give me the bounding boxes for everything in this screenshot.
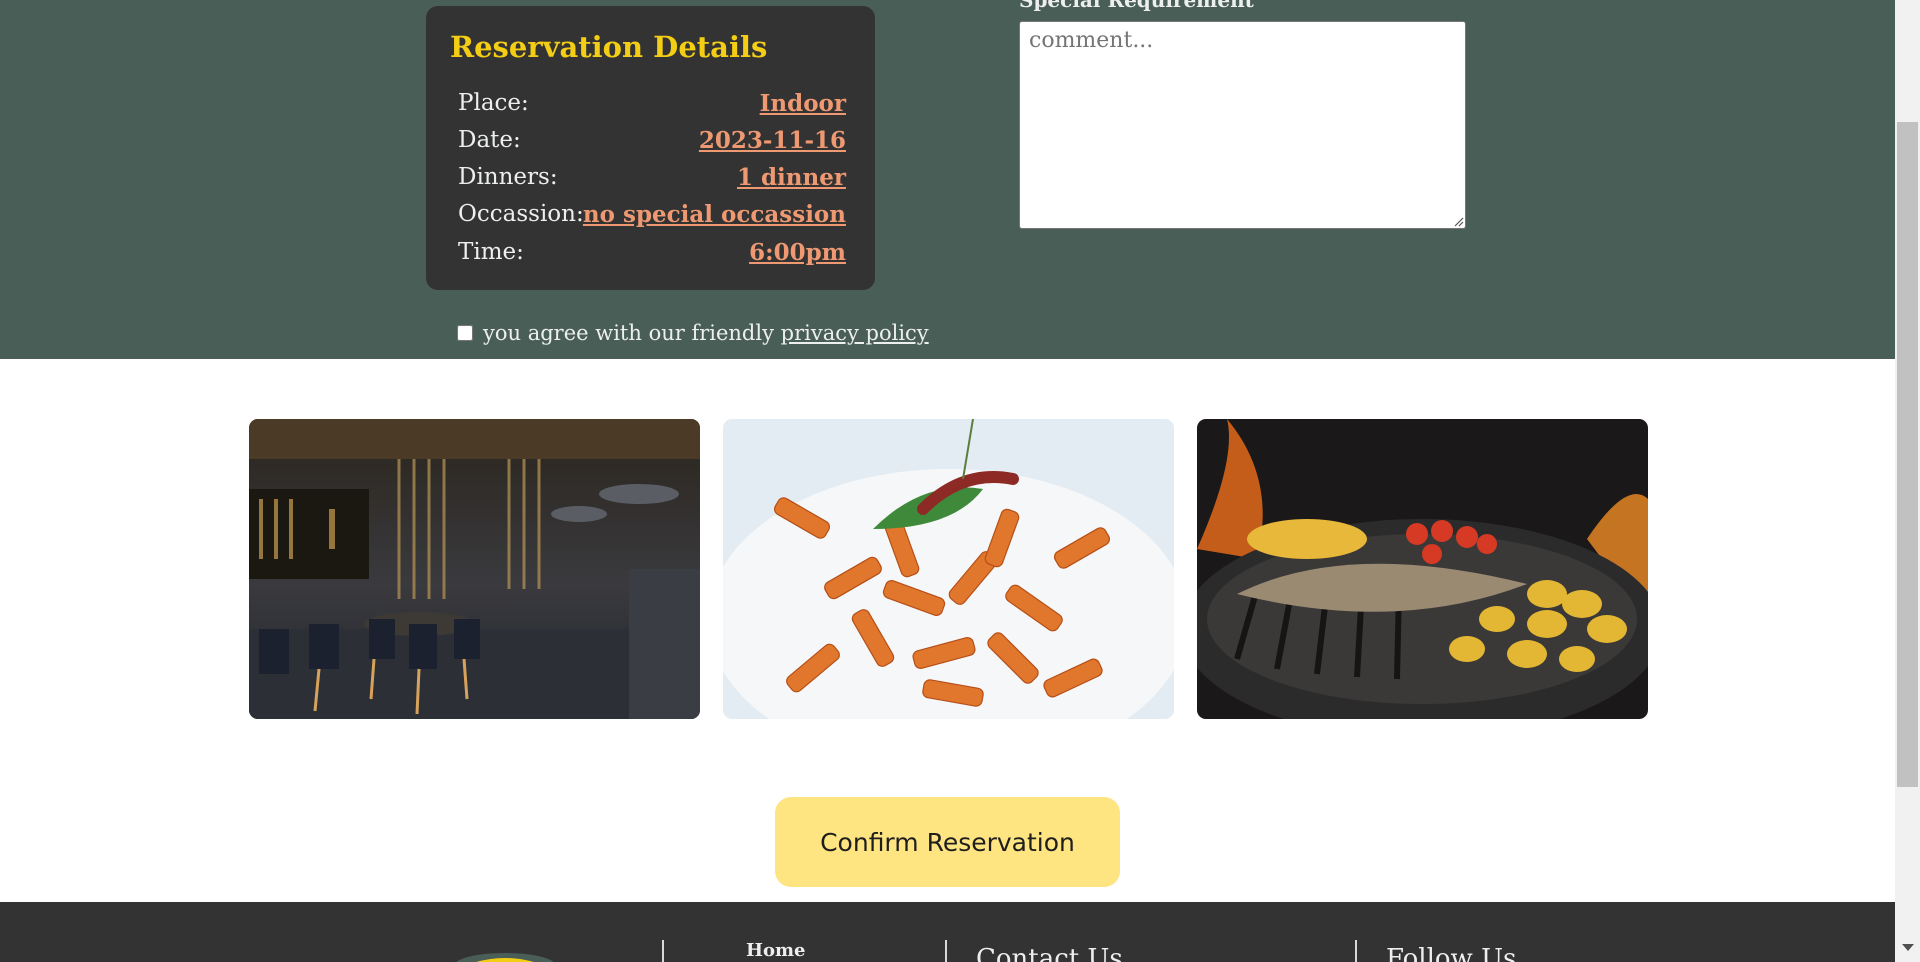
- page: Special Requirement Reservation Details …: [0, 0, 1895, 962]
- comment-textarea[interactable]: [1019, 21, 1466, 229]
- detail-label: Occassion:: [458, 201, 584, 227]
- detail-label: Date:: [458, 127, 521, 153]
- special-requirement-label: Special Requirement: [1019, 0, 1254, 12]
- detail-row-dinners: Dinners: 1 dinner: [458, 164, 846, 200]
- reservation-details-title: Reservation Details: [450, 30, 768, 64]
- detail-value-occasion[interactable]: no special occassion: [583, 201, 846, 228]
- detail-value-date[interactable]: 2023-11-16: [699, 127, 846, 154]
- confirm-reservation-button[interactable]: Confirm Reservation: [775, 797, 1120, 887]
- footer-divider: [1355, 940, 1357, 962]
- detail-row-time: Time: 6:00pm: [458, 239, 846, 275]
- detail-row-occasion: Occassion: no special occassion: [458, 201, 846, 237]
- scrollbar-thumb[interactable]: [1897, 122, 1918, 787]
- reservation-details-card: Reservation Details Place: Indoor Date: …: [426, 6, 875, 290]
- privacy-policy-link[interactable]: privacy policy: [781, 321, 929, 345]
- detail-row-date: Date: 2023-11-16: [458, 127, 846, 163]
- detail-value-place[interactable]: Indoor: [760, 90, 846, 117]
- privacy-statement: you agree with our friendly: [483, 321, 781, 345]
- contact-us-heading: Contact Us: [976, 944, 1123, 962]
- detail-value-dinners[interactable]: 1 dinner: [737, 164, 846, 191]
- detail-label: Place:: [458, 90, 529, 116]
- footer-divider: [945, 940, 947, 962]
- vertical-scrollbar[interactable]: [1895, 0, 1920, 962]
- follow-us-heading: Follow Us: [1386, 944, 1517, 962]
- footer-divider: [662, 940, 664, 962]
- restaurant-interior-image: [249, 419, 700, 719]
- detail-row-place: Place: Indoor: [458, 90, 846, 126]
- grilled-fish-image: [1197, 419, 1648, 719]
- footer: Home Contact Us Follow Us: [0, 902, 1895, 962]
- pasta-dish-image: [723, 419, 1174, 719]
- resize-grip-icon[interactable]: [1452, 215, 1464, 227]
- reservation-summary-section: Special Requirement Reservation Details …: [0, 0, 1895, 359]
- footer-nav-home[interactable]: Home: [746, 940, 806, 961]
- privacy-text: you agree with our friendly privacy poli…: [483, 321, 929, 345]
- scroll-down-arrow-icon[interactable]: [1902, 944, 1914, 951]
- detail-label: Time:: [458, 239, 524, 265]
- detail-label: Dinners:: [458, 164, 558, 190]
- little-lemon-logo-icon: [456, 953, 554, 962]
- detail-value-time[interactable]: 6:00pm: [749, 239, 846, 266]
- privacy-checkbox[interactable]: [457, 325, 473, 341]
